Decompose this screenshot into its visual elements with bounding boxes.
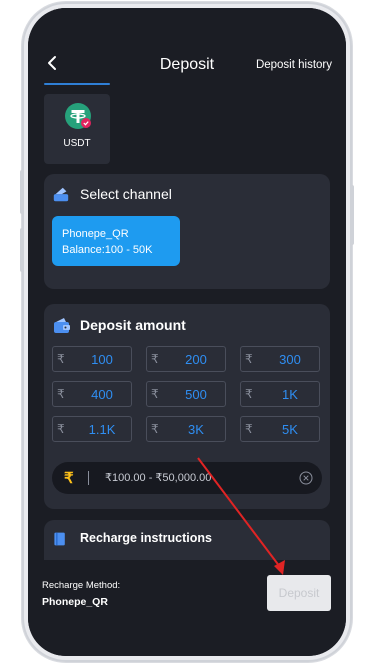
- rupee-icon: ₹: [64, 470, 74, 487]
- close-circle-icon[interactable]: [299, 471, 313, 485]
- rupee-symbol: ₹: [151, 387, 159, 401]
- deposit-amount-card: Deposit amount ₹ 100 ₹ 200 ₹ 300 ₹ 400 ₹…: [44, 304, 330, 509]
- rupee-symbol: ₹: [57, 422, 65, 436]
- rupee-symbol: ₹: [245, 352, 253, 366]
- amount-value: 1.1K: [88, 422, 116, 437]
- wallet-icon: [54, 318, 70, 333]
- rupee-symbol: ₹: [57, 352, 65, 366]
- active-tab-indicator: [44, 83, 110, 85]
- rupee-symbol: ₹: [151, 352, 159, 366]
- recharge-instructions-title: Recharge instructions: [80, 531, 212, 545]
- amount-option[interactable]: ₹ 500: [146, 381, 226, 407]
- currency-tab-label: USDT: [63, 138, 91, 149]
- recharge-method-label: Recharge Method:: [42, 580, 121, 591]
- amount-option[interactable]: ₹ 1K: [240, 381, 320, 407]
- amount-value: 100: [91, 352, 113, 367]
- amount-input[interactable]: ₹ ₹100.00 - ₹50,000.00: [52, 462, 322, 494]
- amount-value: 300: [279, 352, 301, 367]
- bottom-bar: Recharge Method: Phonepe_QR Deposit: [28, 560, 346, 656]
- amount-option[interactable]: ₹ 400: [52, 381, 132, 407]
- select-channel-title: Select channel: [80, 186, 172, 202]
- phone-side-button: [20, 170, 24, 214]
- amount-value: 400: [91, 387, 113, 402]
- amount-value: 500: [185, 387, 207, 402]
- rupee-symbol: ₹: [245, 422, 253, 436]
- deposit-button[interactable]: Deposit: [267, 575, 331, 611]
- amount-input-placeholder: ₹100.00 - ₹50,000.00: [105, 472, 212, 484]
- amount-option[interactable]: ₹ 200: [146, 346, 226, 372]
- amount-option[interactable]: ₹ 100: [52, 346, 132, 372]
- book-icon: [54, 532, 65, 546]
- rupee-symbol: ₹: [245, 387, 253, 401]
- rupee-symbol: ₹: [57, 387, 65, 401]
- select-channel-card: Select channel Phonepe_QR Balance:100 - …: [44, 174, 330, 289]
- header: Deposit Deposit history: [28, 8, 346, 86]
- channel-balance: Balance:100 - 50K: [62, 244, 153, 256]
- input-divider: [88, 471, 89, 485]
- phone-side-button: [350, 185, 354, 245]
- usdt-coin-icon: [65, 103, 91, 129]
- recharge-method-value: Phonepe_QR: [42, 596, 108, 608]
- deposit-button-label: Deposit: [278, 586, 320, 600]
- amount-option[interactable]: ₹ 1.1K: [52, 416, 132, 442]
- app-screen: Deposit Deposit history USDT Select chan…: [28, 8, 346, 656]
- rupee-symbol: ₹: [151, 422, 159, 436]
- amount-value: 200: [185, 352, 207, 367]
- deposit-history-link[interactable]: Deposit history: [256, 59, 332, 71]
- amount-option[interactable]: ₹ 5K: [240, 416, 320, 442]
- channel-icon: [53, 187, 69, 202]
- deposit-amount-title: Deposit amount: [80, 317, 186, 333]
- channel-option-phonepe-qr[interactable]: Phonepe_QR Balance:100 - 50K: [52, 216, 180, 266]
- amount-value: 5K: [282, 422, 298, 437]
- amount-option[interactable]: ₹ 3K: [146, 416, 226, 442]
- amount-value: 3K: [188, 422, 204, 437]
- phone-side-button: [20, 228, 24, 272]
- currency-tab-usdt[interactable]: USDT: [44, 94, 110, 164]
- amount-value: 1K: [282, 387, 298, 402]
- channel-name: Phonepe_QR: [62, 228, 129, 240]
- amount-option[interactable]: ₹ 300: [240, 346, 320, 372]
